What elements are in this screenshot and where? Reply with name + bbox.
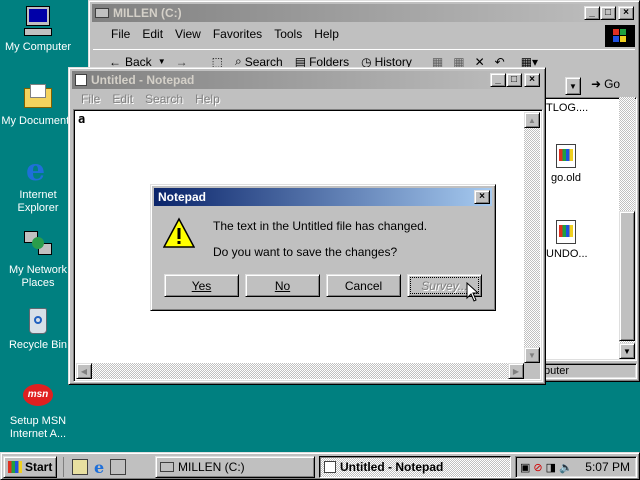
minimize-button[interactable]: _ — [584, 6, 600, 20]
explorer-menu-bar: File Edit View Favorites Tools Help — [105, 27, 345, 41]
close-button[interactable]: × — [474, 190, 490, 204]
notepad-vertical-scrollbar[interactable]: ▲ ▼ — [524, 112, 540, 363]
folder-icon — [95, 8, 109, 18]
internet-explorer-icon[interactable]: e — [94, 458, 104, 477]
cancel-button[interactable]: Cancel — [326, 274, 401, 297]
close-button[interactable]: × — [524, 73, 540, 87]
explorer-status-bar: puter — [541, 363, 637, 379]
notepad-horizontal-scrollbar[interactable]: ◀ ▶ — [76, 363, 524, 379]
file-item[interactable]: TLOG.... — [546, 102, 588, 114]
taskbar-item-label: Untitled - Notepad — [340, 460, 444, 474]
status-text: puter — [544, 365, 570, 377]
yes-button[interactable]: Yes — [164, 274, 239, 297]
menu-edit[interactable]: Edit — [106, 92, 139, 106]
menu-edit[interactable]: Edit — [136, 27, 169, 41]
desktop-icon-my-computer[interactable]: My Computer — [0, 6, 76, 54]
desktop-icon-label: My Network Places — [8, 264, 68, 289]
desktop-icon-my-network-places[interactable]: My Network Places — [0, 229, 76, 290]
notepad-menu-bar: File Edit Search Help — [75, 92, 226, 106]
windows-flag-icon — [8, 461, 22, 473]
taskbar: Start e MILLEN (C:) Untitled - Notepad ▣… — [0, 452, 640, 480]
file-label: UNDO... — [546, 248, 588, 260]
menu-tools[interactable]: Tools — [268, 27, 308, 41]
scroll-thumb[interactable] — [619, 211, 635, 341]
program-tray-icon[interactable]: ◨ — [546, 461, 556, 474]
menu-favorites[interactable]: Favorites — [207, 27, 268, 41]
dialog-message-line2: Do you want to save the changes? — [213, 245, 398, 259]
desktop-icon-label: Setup MSN Internet A... — [9, 415, 67, 440]
dialog-titlebar[interactable]: Notepad × — [154, 188, 492, 206]
scroll-up-button[interactable]: ▲ — [524, 112, 540, 128]
folder-documents-icon — [22, 80, 54, 112]
desktop-icon-label: My Documents — [1, 115, 75, 127]
notepad-text: a — [78, 112, 86, 126]
save-changes-dialog: Notepad × The text in the Untitled file … — [150, 184, 496, 311]
menu-view[interactable]: View — [169, 27, 207, 41]
menu-search[interactable]: Search — [139, 92, 189, 106]
recycle-bin-icon — [22, 304, 54, 336]
notepad-icon — [75, 74, 87, 86]
file-item[interactable]: go.old — [546, 144, 586, 184]
msn-icon: msn — [22, 380, 54, 412]
desktop-icon-label: My Computer — [4, 41, 72, 53]
maximize-button[interactable]: □ — [506, 73, 522, 87]
scroll-left-button[interactable]: ◀ — [76, 363, 92, 379]
notepad-titlebar[interactable]: Untitled - Notepad _ □ × — [72, 71, 542, 89]
desktop-icon-label: Internet Explorer — [17, 189, 59, 214]
taskbar-item-notepad[interactable]: Untitled - Notepad — [319, 456, 511, 478]
notepad-icon — [324, 461, 336, 473]
dropdown-arrow-icon[interactable]: ▼ — [158, 57, 166, 66]
go-button[interactable]: ➜ Go — [591, 77, 620, 91]
internet-explorer-icon: e — [26, 153, 46, 188]
taskbar-item-label: MILLEN (C:) — [178, 460, 245, 474]
show-desktop-icon[interactable] — [72, 459, 88, 475]
computer-icon — [22, 6, 54, 38]
menu-file[interactable]: File — [75, 92, 106, 106]
notepad-title: Untitled - Notepad — [91, 73, 195, 87]
explorer-vertical-scrollbar[interactable]: ▼ — [619, 97, 635, 359]
document-icon — [556, 144, 576, 168]
go-label: Go — [604, 77, 621, 91]
channels-icon[interactable] — [110, 459, 127, 475]
go-arrow-icon: ➜ — [591, 77, 602, 91]
scroll-down-button[interactable]: ▼ — [524, 347, 540, 363]
warning-icon — [162, 217, 196, 249]
document-icon — [556, 220, 576, 244]
desktop-icon-my-documents[interactable]: My Documents — [0, 80, 76, 128]
minimize-button[interactable]: _ — [490, 73, 506, 87]
explorer-title: MILLEN (C:) — [113, 6, 182, 20]
scrollbar-corner — [524, 363, 540, 379]
desktop-icon-recycle-bin[interactable]: Recycle Bin — [0, 304, 76, 352]
desktop-icon-internet-explorer[interactable]: e Internet Explorer — [0, 154, 76, 215]
quick-launch: e — [63, 457, 127, 477]
menu-help[interactable]: Help — [189, 92, 226, 106]
volume-icon[interactable]: 🔈 — [559, 461, 573, 474]
file-item[interactable]: UNDO... — [546, 220, 588, 260]
no-button[interactable]: No — [245, 274, 320, 297]
network-tray-icon[interactable]: ▣ — [520, 461, 530, 474]
desktop-icon-setup-msn[interactable]: msn Setup MSN Internet A... — [0, 380, 76, 441]
close-button[interactable]: × — [618, 6, 634, 20]
maximize-button[interactable]: □ — [600, 6, 616, 20]
scroll-right-button[interactable]: ▶ — [508, 363, 524, 379]
dialog-title: Notepad — [158, 190, 206, 204]
start-label: Start — [25, 460, 53, 474]
explorer-titlebar[interactable]: MILLEN (C:) _ □ × — [92, 4, 636, 22]
scroll-down-button[interactable]: ▼ — [619, 343, 635, 359]
mouse-cursor-icon — [466, 281, 480, 302]
no-entry-tray-icon[interactable]: ⊘ — [533, 461, 542, 474]
network-icon — [22, 229, 54, 261]
windows-logo-icon — [605, 25, 635, 47]
folder-icon — [160, 462, 174, 472]
address-dropdown-arrow[interactable]: ▼ — [565, 77, 581, 95]
system-tray: ▣ ⊘ ◨ 🔈 5:07 PM — [515, 456, 637, 478]
dialog-message-line1: The text in the Untitled file has change… — [213, 219, 428, 233]
clock[interactable]: 5:07 PM — [585, 460, 630, 474]
taskbar-item-explorer[interactable]: MILLEN (C:) — [155, 456, 315, 478]
start-button[interactable]: Start — [3, 456, 57, 478]
file-label: go.old — [551, 172, 581, 184]
menu-help[interactable]: Help — [308, 27, 345, 41]
menu-file[interactable]: File — [105, 27, 136, 41]
desktop-icon-label: Recycle Bin — [8, 339, 68, 351]
